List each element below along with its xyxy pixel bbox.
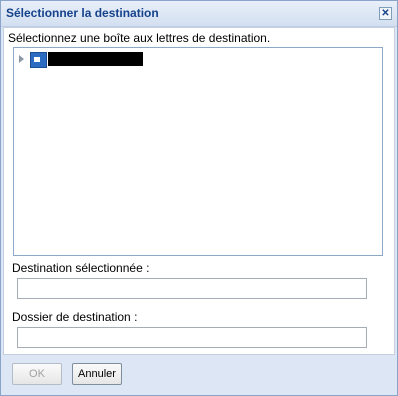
cancel-button[interactable]: Annuler <box>72 363 122 385</box>
expand-arrow-icon[interactable] <box>19 55 24 63</box>
select-destination-dialog: Sélectionner la destination ✕ Sélectionn… <box>0 0 398 396</box>
instruction-text: Sélectionnez une boîte aux lettres de de… <box>8 31 271 45</box>
dialog-title: Sélectionner la destination <box>6 6 159 20</box>
selected-destination-label: Destination sélectionnée : <box>12 261 150 275</box>
destination-folder-label: Dossier de destination : <box>12 310 138 324</box>
close-icon[interactable]: ✕ <box>379 7 392 20</box>
tree-node-label[interactable] <box>48 52 143 66</box>
mailbox-tree[interactable] <box>13 47 383 256</box>
ok-button[interactable]: OK <box>12 363 62 385</box>
mailbox-icon <box>30 52 47 68</box>
dialog-body: Sélectionnez une boîte aux lettres de de… <box>3 27 395 355</box>
selected-destination-field[interactable] <box>17 278 367 299</box>
destination-folder-field[interactable] <box>17 327 367 348</box>
dialog-titlebar: Sélectionner la destination ✕ <box>1 1 397 27</box>
